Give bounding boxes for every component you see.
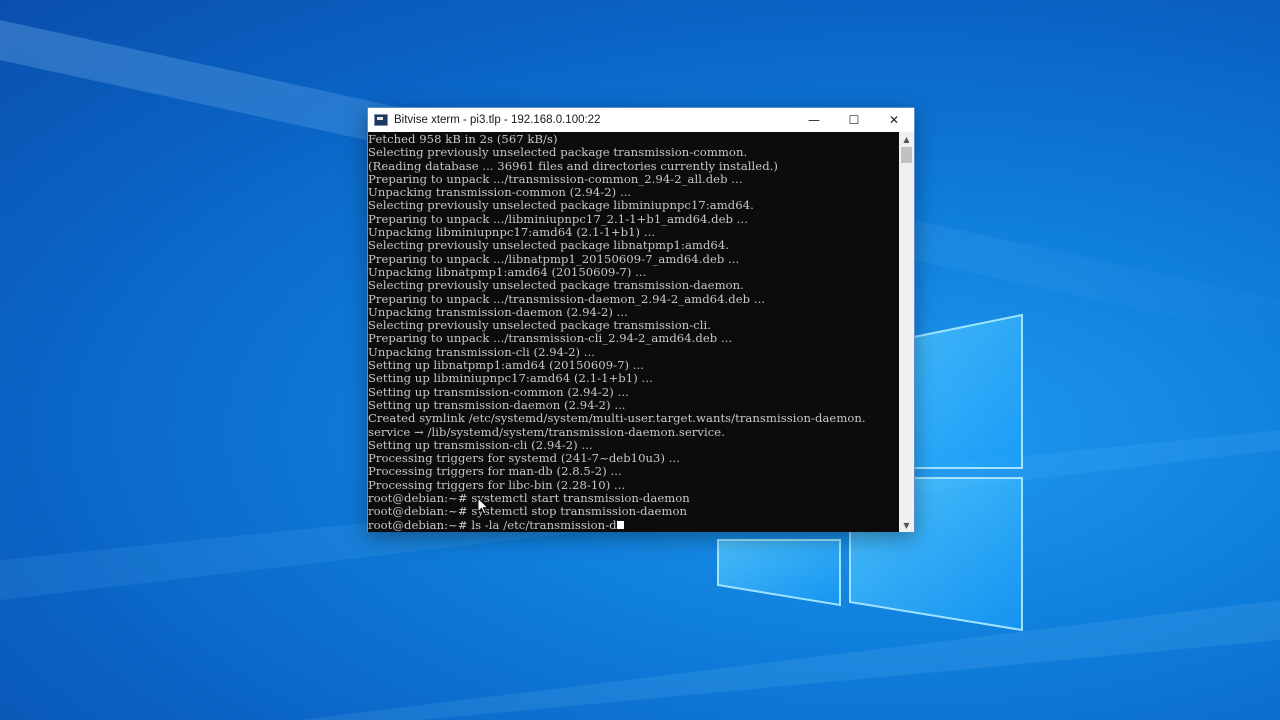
terminal-line: Preparing to unpack .../libnatpmp1_20150… [368,252,740,266]
terminal-line: Setting up transmission-common (2.94-2) … [368,385,629,399]
terminal-line: (Reading database ... 36961 files and di… [368,159,778,173]
text-cursor [616,520,624,529]
vertical-scrollbar[interactable]: ▲ ▼ [899,132,914,532]
window-title: Bitvise xterm - pi3.tlp - 192.168.0.100:… [394,114,601,126]
window-controls: — ☐ ✕ [794,108,914,132]
terminal-line: Setting up transmission-cli (2.94-2) ... [368,438,593,452]
terminal-line: Preparing to unpack .../transmission-dae… [368,292,766,306]
terminal-line: Unpacking transmission-common (2.94-2) .… [368,186,632,200]
terminal-line: Unpacking libminiupnpc17:amd64 (2.1-1+b1… [368,226,656,240]
terminal-line: Setting up transmission-daemon (2.94-2) … [368,398,626,412]
maximize-button[interactable]: ☐ [834,108,874,132]
terminal-line: Unpacking libnatpmp1:amd64 (20150609-7) … [368,265,647,279]
scroll-down-icon[interactable]: ▼ [899,518,914,532]
terminal-line: Selecting previously unselected package … [368,146,748,160]
terminal-line: Preparing to unpack .../libminiupnpc17_2… [368,212,748,226]
terminal-line: Selecting previously unselected package … [368,279,744,293]
terminal-line: Setting up libminiupnpc17:amd64 (2.1-1+b… [368,372,653,386]
terminal-output[interactable]: Fetched 958 kB in 2s (567 kB/s) Selecting… [368,132,900,532]
minimize-button[interactable]: — [794,108,834,132]
terminal-line: Selecting previously unselected package … [368,239,730,253]
terminal-line: root@debian:~# systemctl stop transmissi… [368,505,688,519]
terminal-line: service → /lib/systemd/system/transmissi… [368,425,725,439]
terminal-lines: Fetched 958 kB in 2s (567 kB/s) Selecting… [368,132,900,532]
terminal-line: Setting up libnatpmp1:amd64 (20150609-7)… [368,359,645,373]
terminal-line: Created symlink /etc/systemd/system/mult… [368,412,866,426]
terminal-line: Unpacking transmission-daemon (2.94-2) .… [368,305,628,319]
terminal-line: Selecting previously unselected package … [368,199,754,213]
terminal-line: Selecting previously unselected package … [368,319,712,333]
terminal-prompt-line[interactable]: root@debian:~# ls -la /etc/transmission-… [368,519,900,532]
terminal-line: Unpacking transmission-cli (2.94-2) ... [368,345,596,359]
title-bar[interactable]: Bitvise xterm - pi3.tlp - 192.168.0.100:… [368,108,914,132]
terminal-line: Fetched 958 kB in 2s (567 kB/s) [368,133,558,146]
mouse-pointer-icon [478,498,490,515]
minimize-icon: — [808,113,820,127]
terminal-input-text: root@debian:~# ls -la /etc/transmission-… [368,518,617,532]
terminal-line: Processing triggers for systemd (241-7~d… [368,452,680,466]
terminal-line: Preparing to unpack .../transmission-com… [368,172,743,186]
terminal-line: Processing triggers for man-db (2.8.5-2)… [368,465,622,479]
scroll-up-icon[interactable]: ▲ [899,132,914,146]
maximize-icon: ☐ [848,113,860,127]
close-icon: ✕ [888,113,900,127]
bitvise-xterm-icon[interactable] [374,114,388,126]
terminal-window[interactable]: Bitvise xterm - pi3.tlp - 192.168.0.100:… [367,107,915,532]
terminal-line: Preparing to unpack .../transmission-cli… [368,332,733,346]
scrollbar-thumb[interactable] [901,147,912,163]
terminal-line: Processing triggers for libc-bin (2.28-1… [368,478,626,492]
terminal-line: root@debian:~# systemctl start transmiss… [368,492,690,506]
close-button[interactable]: ✕ [874,108,914,132]
